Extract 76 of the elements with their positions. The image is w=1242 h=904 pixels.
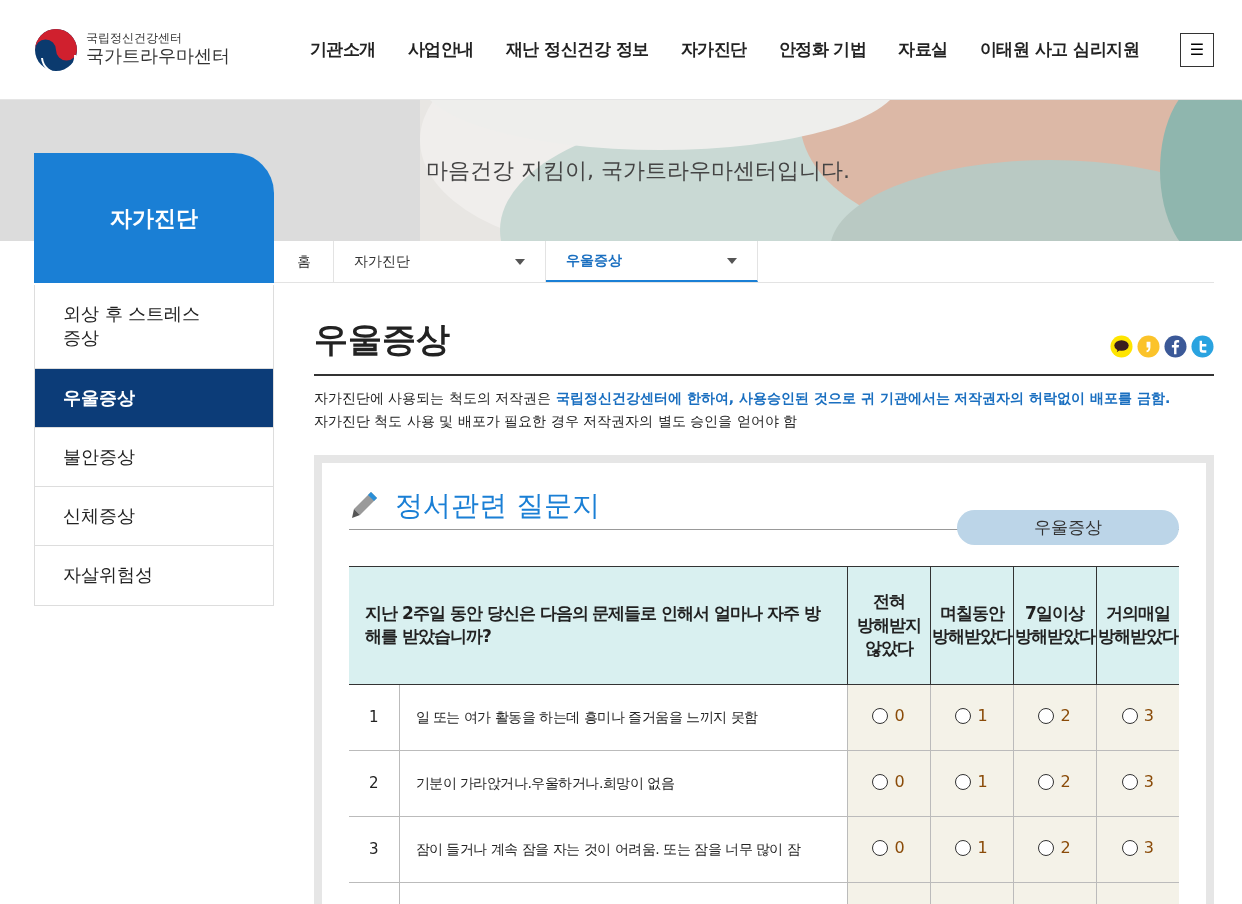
logo-title: 국가트라우마센터: [86, 45, 230, 67]
question-text: 일 또는 여가 활동을 하는데 흥미나 즐거움을 느끼지 못함: [399, 684, 847, 751]
radio-button[interactable]: [872, 840, 889, 857]
radio-button[interactable]: [1121, 774, 1138, 791]
answer-option[interactable]: 2: [1038, 836, 1071, 861]
nav-link[interactable]: 기관소개: [301, 36, 384, 63]
nav-link[interactable]: 자가진단: [672, 36, 755, 63]
option-label: 0: [894, 705, 905, 728]
question-number: 2: [349, 750, 399, 817]
option-label: 3: [1143, 771, 1154, 794]
radio-button[interactable]: [872, 708, 889, 725]
column-header: 거의매일 방해받았다: [1096, 566, 1179, 685]
radio-button[interactable]: [1038, 708, 1055, 725]
answer-option[interactable]: 2: [1038, 770, 1071, 795]
twitter-icon[interactable]: [1191, 334, 1214, 358]
question-text: 기분이 가라앉거나.우울하거나.희망이 없음: [399, 750, 847, 817]
logo-icon: [34, 27, 78, 72]
radio-button[interactable]: [955, 774, 972, 791]
question-text: 잠이 들거나 계속 잠을 자는 것이 어려움. 또는 잠을 너무 많이 잠: [399, 816, 847, 883]
column-header: 7일이상 방해받았다: [1013, 566, 1096, 685]
option-label: 3: [1143, 705, 1154, 728]
radio-button[interactable]: [1038, 840, 1055, 857]
sidebar-item[interactable]: 외상 후 스트레스 증상: [34, 285, 274, 369]
option-label: 2: [1060, 705, 1071, 728]
breadcrumb-dropdown[interactable]: 우울증상: [546, 241, 758, 282]
nav-link[interactable]: 재난 정신건강 정보: [497, 36, 657, 63]
banner-slogan: 마음건강 지킴이, 국가트라우마센터입니다.: [426, 157, 850, 185]
notice-text: 자가진단 척도 사용 및 배포가 필요한 경우 저작권자의 별도 승인을 얻어야 함: [314, 411, 798, 431]
radio-button[interactable]: [955, 840, 972, 857]
radio-button[interactable]: [1121, 840, 1138, 857]
answer-option[interactable]: 3: [1121, 704, 1154, 729]
option-label: 1: [977, 771, 988, 794]
option-label: 1: [977, 705, 988, 728]
option-label: 1: [977, 837, 988, 860]
question-number: 1: [349, 684, 399, 751]
option-label: 2: [1060, 837, 1071, 860]
nav-link[interactable]: 이태원 사고 심리지원: [971, 36, 1148, 63]
column-header: 전혀 방해받지 않았다: [847, 566, 930, 685]
column-header: 지난 2주일 동안 당신은 다음의 문제들로 인해서 얼마나 자주 방해를 받았습니까?: [349, 566, 847, 685]
menu-button[interactable]: ☰: [1180, 32, 1214, 67]
answer-option[interactable]: 3: [1121, 836, 1154, 861]
answer-option[interactable]: 2: [1038, 704, 1071, 729]
facebook-icon[interactable]: [1164, 334, 1187, 358]
option-label: 0: [894, 771, 905, 794]
caret-icon: [727, 257, 737, 264]
radio-button[interactable]: [872, 774, 889, 791]
answer-option[interactable]: 0: [872, 770, 905, 795]
questionnaire-title: 정서관련 질문지: [395, 488, 600, 524]
chat-bubble-icon[interactable]: [1110, 334, 1133, 358]
answer-option[interactable]: 3: [1121, 770, 1154, 795]
question-number: 3: [349, 816, 399, 883]
column-header: 며칠동안 방해받았다: [930, 566, 1013, 685]
option-label: 2: [1060, 771, 1071, 794]
radio-button[interactable]: [1121, 708, 1138, 725]
answer-option[interactable]: 0: [872, 704, 905, 729]
notice-text: 자가진단에 사용되는 척도의 저작권은 국립정신건강센터에 한하여, 사용승인된 것으로 귀 기관에서는 저작권자의 허락없이 배포를 금함.: [314, 388, 1172, 408]
option-label: 0: [894, 837, 905, 860]
answer-option[interactable]: 1: [955, 770, 988, 795]
answer-option[interactable]: 1: [955, 836, 988, 861]
questionnaire-tag: 우울증상: [957, 510, 1179, 545]
sidebar-item[interactable]: 우울증상: [34, 368, 274, 428]
radio-button[interactable]: [955, 708, 972, 725]
answer-option[interactable]: 0: [872, 836, 905, 861]
logo-subtitle: 국립정신건강센터: [86, 32, 183, 46]
answer-option[interactable]: 1: [955, 704, 988, 729]
radio-button[interactable]: [1038, 774, 1055, 791]
page-title: 우울증상: [314, 319, 450, 360]
sidebar-item[interactable]: 신체증상: [34, 487, 274, 547]
sidebar-item[interactable]: 불안증상: [34, 427, 274, 488]
nav-link[interactable]: 안정화 기법: [770, 36, 875, 63]
nav-link[interactable]: 사업안내: [399, 36, 482, 63]
option-label: 3: [1143, 837, 1154, 860]
nav-link[interactable]: 자료실: [890, 36, 956, 63]
caret-icon: [515, 258, 525, 265]
sidebar-title: 자가진단: [34, 153, 274, 283]
sidebar-item[interactable]: 자살위험성: [34, 546, 274, 606]
